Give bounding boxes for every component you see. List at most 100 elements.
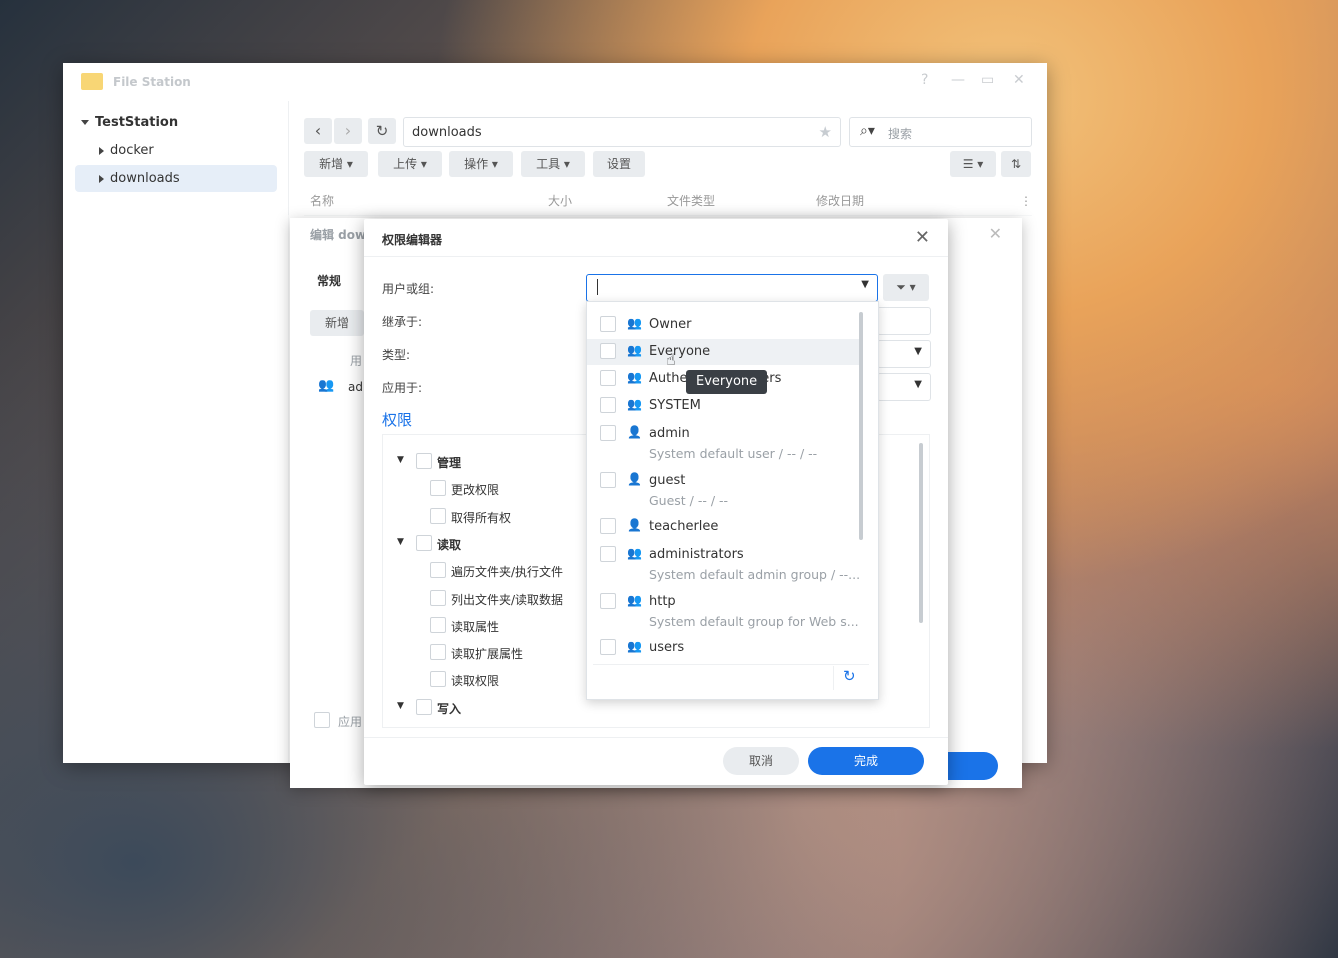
caret-down-icon[interactable]: ▼ <box>397 537 404 547</box>
sidebar-item-downloads[interactable]: downloads <box>75 165 277 192</box>
close-icon[interactable]: ✕ <box>1013 72 1025 88</box>
settings-button[interactable]: 设置 <box>593 151 645 177</box>
create-button[interactable]: 新增 ▾ <box>304 151 368 177</box>
caret-down-icon[interactable]: ▼ <box>397 455 404 465</box>
perm-list-folder: 列出文件夹/读取数据 <box>451 593 564 607</box>
item-checkbox[interactable] <box>600 343 616 359</box>
apply-to-select[interactable]: ▼ <box>877 373 931 401</box>
group-icon: 👥 <box>627 343 642 357</box>
maximize-icon[interactable]: ▭ <box>981 72 994 88</box>
col-modified[interactable]: 修改日期 <box>816 187 864 215</box>
user-group-combobox[interactable]: ▼ <box>586 274 878 302</box>
col-size[interactable]: 大小 <box>548 187 572 215</box>
perm-checkbox[interactable] <box>430 644 446 660</box>
folder-icon <box>81 73 103 90</box>
search-input[interactable]: ⌕▾ 搜索 <box>849 117 1032 147</box>
done-button[interactable]: 完成 <box>808 747 924 775</box>
perm-checkbox[interactable] <box>430 671 446 687</box>
list-item[interactable]: 👥 users <box>587 635 863 661</box>
item-checkbox[interactable] <box>600 639 616 655</box>
caret-down-icon[interactable]: ▼ <box>397 701 404 711</box>
tree-scrollbar[interactable] <box>919 443 923 623</box>
title-bar[interactable]: File Station ? — ▭ ✕ <box>63 63 1047 101</box>
perm-take-ownership: 取得所有权 <box>451 511 512 525</box>
tooltip: Everyone <box>686 370 768 394</box>
apply-checkbox[interactable] <box>314 712 330 728</box>
back-button[interactable]: ‹ <box>304 118 332 144</box>
perm-checkbox[interactable] <box>430 480 446 496</box>
col-name[interactable]: 名称 <box>310 187 334 215</box>
list-item[interactable]: 👥 Everyone <box>587 339 863 365</box>
list-item[interactable]: 👤 admin System default user / -- / -- <box>587 420 863 466</box>
refresh-button[interactable]: ↻ <box>368 118 396 144</box>
chevron-down-icon[interactable]: ▼ <box>861 279 869 290</box>
close-icon[interactable]: ✕ <box>915 227 930 248</box>
list-view-icon[interactable]: ☰ ▾ <box>950 151 996 177</box>
user-icon: 👤 <box>627 518 642 532</box>
search-icon: ⌕▾ <box>860 123 875 139</box>
col-type[interactable]: 文件类型 <box>667 187 715 215</box>
sort-icon[interactable]: ⇅ <box>1001 151 1031 177</box>
dropdown-scrollbar[interactable] <box>859 312 863 540</box>
tree-root[interactable]: TestStation <box>81 111 178 135</box>
list-item[interactable]: 👥 administrators System default admin gr… <box>587 541 863 587</box>
chevron-down-icon: ▼ <box>914 346 922 357</box>
path-bar[interactable]: downloads ★ <box>403 117 841 147</box>
perm-checkbox[interactable] <box>430 590 446 606</box>
filter-button[interactable]: ⏷ ▾ <box>883 274 929 301</box>
tab-general[interactable]: 常规 <box>317 272 341 289</box>
perm-checkbox[interactable] <box>430 508 446 524</box>
perm-read-attributes: 读取属性 <box>451 620 500 634</box>
star-icon[interactable]: ★ <box>819 123 832 141</box>
apply-label: 应用 <box>338 715 363 729</box>
section-permissions: 权限 <box>382 411 413 429</box>
item-checkbox[interactable] <box>600 425 616 441</box>
item-checkbox[interactable] <box>600 593 616 609</box>
perm-checkbox[interactable] <box>416 535 432 551</box>
group-icon: 👥 <box>627 546 642 560</box>
list-item[interactable]: 👤 teacherlee <box>587 514 863 540</box>
sidebar-item-docker[interactable]: docker <box>99 139 154 163</box>
caret-down-icon <box>81 120 89 125</box>
props-close-icon[interactable]: ✕ <box>989 224 1002 243</box>
list-item[interactable]: 👥 SYSTEM <box>587 393 863 419</box>
perm-checkbox[interactable] <box>430 562 446 578</box>
item-checkbox[interactable] <box>600 316 616 332</box>
text-cursor <box>597 279 598 295</box>
action-button[interactable]: 操作 ▾ <box>449 151 513 177</box>
list-item[interactable]: 👥 Owner <box>587 312 863 338</box>
perm-checkbox[interactable] <box>416 699 432 715</box>
tools-button[interactable]: 工具 ▾ <box>521 151 585 177</box>
window-title: File Station <box>113 75 191 89</box>
list-item[interactable]: 👥 http System default group for Web s... <box>587 588 863 634</box>
user-icon: 👤 <box>627 425 642 439</box>
cancel-button[interactable]: 取消 <box>723 747 799 775</box>
props-row-user: ad <box>348 380 363 394</box>
item-checkbox[interactable] <box>600 397 616 413</box>
sidebar: TestStation docker downloads <box>63 101 289 763</box>
minimize-icon[interactable]: — <box>951 72 965 88</box>
caret-right-icon <box>99 146 104 155</box>
type-select[interactable]: ▼ <box>877 340 931 368</box>
item-checkbox[interactable] <box>600 472 616 488</box>
divider <box>364 256 948 257</box>
help-icon[interactable]: ? <box>921 72 928 88</box>
upload-button[interactable]: 上传 ▾ <box>378 151 442 177</box>
list-item[interactable]: 👤 guest Guest / -- / -- <box>587 467 863 513</box>
item-checkbox[interactable] <box>600 370 616 386</box>
refresh-icon[interactable]: ↻ <box>843 667 856 685</box>
item-checkbox[interactable] <box>600 518 616 534</box>
props-create-button[interactable]: 新增 <box>310 310 364 336</box>
inherit-field <box>877 307 931 335</box>
item-checkbox[interactable] <box>600 546 616 562</box>
props-col-user: 用 <box>350 354 363 368</box>
group-icon: 👥 <box>627 316 642 330</box>
user-group-dropdown: 👥 Owner 👥 Everyone 👥 Authenticated Users… <box>586 301 879 700</box>
perm-checkbox[interactable] <box>430 617 446 633</box>
forward-button[interactable]: › <box>334 118 362 144</box>
perm-checkbox[interactable] <box>416 453 432 469</box>
perm-change-permissions: 更改权限 <box>451 483 500 497</box>
group-icon: 👥 <box>627 370 642 384</box>
more-icon[interactable]: ⋮ <box>1020 187 1032 215</box>
divider <box>593 664 869 665</box>
